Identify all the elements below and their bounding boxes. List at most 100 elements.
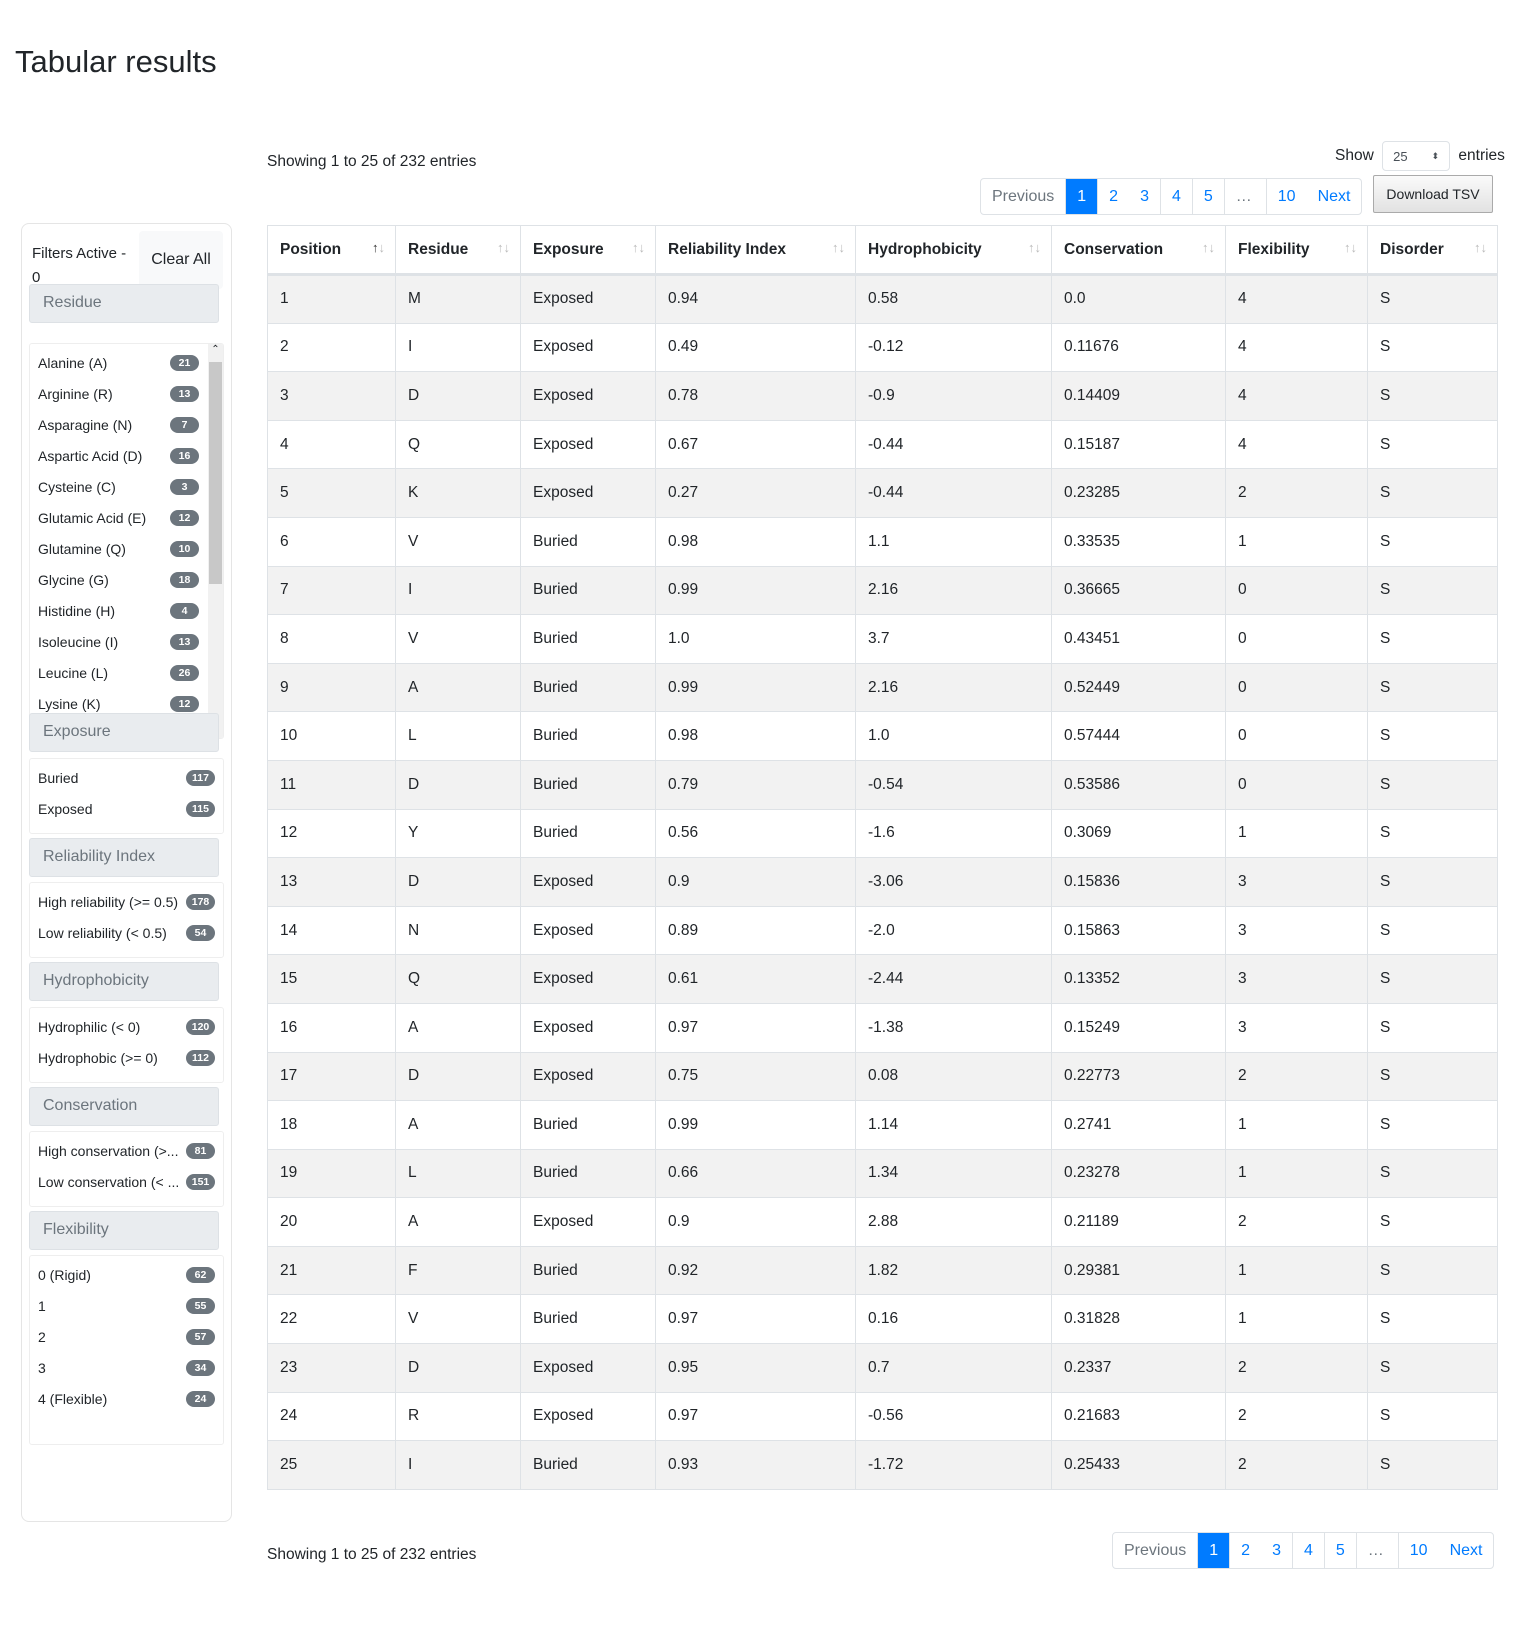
table-row[interactable]: 25 I Buried 0.93 -1.72 0.25433 2 S	[267, 1440, 1498, 1490]
filter-option[interactable]: Hydrophilic (< 0) 120	[30, 1011, 223, 1042]
filter-option[interactable]: Glutamine (Q) 10	[30, 533, 223, 564]
sort-icon[interactable]: ↑↓	[1202, 240, 1215, 255]
filter-option[interactable]: Leucine (L) 26	[30, 657, 223, 688]
table-row[interactable]: 20 A Exposed 0.9 2.88 0.21189 2 S	[267, 1197, 1498, 1247]
scrollbar-thumb[interactable]	[209, 362, 222, 584]
column-header-disorder[interactable]: Disorder ↑↓	[1367, 225, 1498, 276]
filter-option[interactable]: Low conservation (< ... 151	[30, 1166, 223, 1197]
cell-disorder: S	[1367, 711, 1498, 761]
table-row[interactable]: 16 A Exposed 0.97 -1.38 0.15249 3 S	[267, 1002, 1498, 1053]
table-row[interactable]: 13 D Exposed 0.9 -3.06 0.15836 3 S	[267, 857, 1498, 907]
sort-icon[interactable]: ↑↓	[1028, 240, 1041, 255]
filter-option[interactable]: Low reliability (< 0.5) 54	[30, 917, 223, 948]
column-header-position[interactable]: Position ↑↓	[267, 225, 396, 276]
filter-option[interactable]: Arginine (R) 13	[30, 378, 223, 409]
filter-option[interactable]: 2 57	[30, 1321, 223, 1352]
entries-select[interactable]: 25 ⬍	[1382, 141, 1451, 171]
filter-option[interactable]: 0 (Rigid) 62	[30, 1259, 223, 1290]
page-button-10[interactable]: 10	[1267, 179, 1307, 214]
column-header-residue[interactable]: Residue ↑↓	[395, 225, 521, 276]
page-button-10[interactable]: 10	[1399, 1533, 1439, 1568]
column-header-hydrophobicity[interactable]: Hydrophobicity ↑↓	[855, 225, 1052, 276]
filter-option[interactable]: High conservation (>... 81	[30, 1135, 223, 1166]
cell-position: 9	[267, 662, 396, 713]
table-row[interactable]: 21 F Buried 0.92 1.82 0.29381 1 S	[267, 1245, 1498, 1296]
table-row[interactable]: 2 I Exposed 0.49 -0.12 0.11676 4 S	[267, 322, 1498, 373]
sort-icon[interactable]: ↑↓	[632, 240, 645, 255]
filter-option[interactable]: 1 55	[30, 1290, 223, 1321]
sort-icon[interactable]: ↑↓	[497, 240, 510, 255]
sort-icon[interactable]: ↑↓	[1344, 240, 1357, 255]
page-button-1[interactable]: 1	[1197, 1533, 1230, 1568]
filter-section-flexibility[interactable]: Flexibility	[29, 1211, 219, 1250]
filter-option[interactable]: Alanine (A) 21	[30, 347, 223, 378]
table-row[interactable]: 7 I Buried 0.99 2.16 0.36665 0 S	[267, 565, 1498, 616]
cell-hydrophobicity: 0.58	[855, 274, 1052, 324]
table-row[interactable]: 8 V Buried 1.0 3.7 0.43451 0 S	[267, 614, 1498, 664]
next-button[interactable]: Next	[1439, 1533, 1494, 1568]
page-button-4[interactable]: 4	[1159, 179, 1192, 214]
cell-position: 24	[267, 1391, 396, 1442]
page-button-5[interactable]: 5	[1191, 179, 1224, 214]
filter-section-hydrophobicity[interactable]: Hydrophobicity	[29, 962, 219, 1001]
table-row[interactable]: 10 L Buried 0.98 1.0 0.57444 0 S	[267, 711, 1498, 761]
table-row[interactable]: 17 D Exposed 0.75 0.08 0.22773 2 S	[267, 1051, 1498, 1102]
column-header-flexibility[interactable]: Flexibility ↑↓	[1225, 225, 1368, 276]
download-tsv-button[interactable]: Download TSV	[1373, 175, 1493, 213]
scroll-up-icon[interactable]: ⌃	[208, 344, 223, 355]
page-button-3[interactable]: 3	[1261, 1533, 1292, 1568]
table-row[interactable]: 11 D Buried 0.79 -0.54 0.53586 0 S	[267, 759, 1498, 810]
column-header-reliability-index[interactable]: Reliability Index ↑↓	[655, 225, 856, 276]
filter-option[interactable]: Buried 117	[30, 762, 223, 793]
sort-icon[interactable]: ↑↓	[832, 240, 845, 255]
filter-option[interactable]: 4 (Flexible) 24	[30, 1383, 223, 1414]
table-row[interactable]: 14 N Exposed 0.89 -2.0 0.15863 3 S	[267, 905, 1498, 956]
previous-button[interactable]: Previous	[1113, 1533, 1197, 1568]
previous-button[interactable]: Previous	[981, 179, 1065, 214]
filter-option[interactable]: Asparagine (N) 7	[30, 409, 223, 440]
table-row[interactable]: 12 Y Buried 0.56 -1.6 0.3069 1 S	[267, 808, 1498, 859]
table-row[interactable]: 23 D Exposed 0.95 0.7 0.2337 2 S	[267, 1343, 1498, 1393]
page-button-2[interactable]: 2	[1097, 179, 1129, 214]
clear-all-button[interactable]: Clear All	[139, 231, 223, 289]
page-button-2[interactable]: 2	[1229, 1533, 1261, 1568]
filter-option[interactable]: Aspartic Acid (D) 16	[30, 440, 223, 471]
table-row[interactable]: 6 V Buried 0.98 1.1 0.33535 1 S	[267, 516, 1498, 567]
table-row[interactable]: 4 Q Exposed 0.67 -0.44 0.15187 4 S	[267, 419, 1498, 470]
page-button-3[interactable]: 3	[1129, 179, 1160, 214]
filter-option[interactable]: Glutamic Acid (E) 12	[30, 502, 223, 533]
count-badge: 24	[186, 1390, 215, 1407]
table-row[interactable]: 15 Q Exposed 0.61 -2.44 0.13352 3 S	[267, 954, 1498, 1004]
filter-section-conservation[interactable]: Conservation	[29, 1087, 219, 1126]
filter-section-exposure[interactable]: Exposure	[29, 713, 219, 752]
page-button-1[interactable]: 1	[1065, 179, 1098, 214]
page-button-5[interactable]: 5	[1323, 1533, 1356, 1568]
table-row[interactable]: 18 A Buried 0.99 1.14 0.2741 1 S	[267, 1100, 1498, 1150]
filter-option[interactable]: High reliability (>= 0.5) 178	[30, 886, 223, 917]
page-button-4[interactable]: 4	[1291, 1533, 1324, 1568]
table-row[interactable]: 22 V Buried 0.97 0.16 0.31828 1 S	[267, 1294, 1498, 1345]
column-header-conservation[interactable]: Conservation ↑↓	[1051, 225, 1226, 276]
filter-option[interactable]: Isoleucine (I) 13	[30, 626, 223, 657]
table-row[interactable]: 1 M Exposed 0.94 0.58 0.0 4 S	[267, 274, 1498, 324]
filter-option[interactable]: 3 34	[30, 1352, 223, 1383]
filter-option[interactable]: Glycine (G) 18	[30, 564, 223, 595]
table-row[interactable]: 3 D Exposed 0.78 -0.9 0.14409 4 S	[267, 371, 1498, 421]
sort-icon[interactable]: ↑↓	[372, 240, 385, 255]
column-header-exposure[interactable]: Exposure ↑↓	[520, 225, 656, 276]
filter-option[interactable]: Hydrophobic (>= 0) 112	[30, 1042, 223, 1073]
next-button[interactable]: Next	[1307, 179, 1362, 214]
table-row[interactable]: 24 R Exposed 0.97 -0.56 0.21683 2 S	[267, 1391, 1498, 1442]
filter-option[interactable]: Histidine (H) 4	[30, 595, 223, 626]
filter-section-residue[interactable]: Residue	[29, 284, 219, 323]
table-row[interactable]: 5 K Exposed 0.27 -0.44 0.23285 2 S	[267, 468, 1498, 518]
filter-option[interactable]: Exposed 115	[30, 793, 223, 824]
sort-icon[interactable]: ↑↓	[1474, 240, 1487, 255]
residue-scrollbar[interactable]: ⌃⌄	[208, 344, 223, 738]
table-row[interactable]: 19 L Buried 0.66 1.34 0.23278 1 S	[267, 1148, 1498, 1199]
table-row[interactable]: 9 A Buried 0.99 2.16 0.52449 0 S	[267, 662, 1498, 713]
filter-section-reliability-index[interactable]: Reliability Index	[29, 838, 219, 877]
filter-option[interactable]: Cysteine (C) 3	[30, 471, 223, 502]
filter-option-label: 1	[38, 1297, 46, 1314]
filter-option-label: Arginine (R)	[38, 385, 113, 402]
